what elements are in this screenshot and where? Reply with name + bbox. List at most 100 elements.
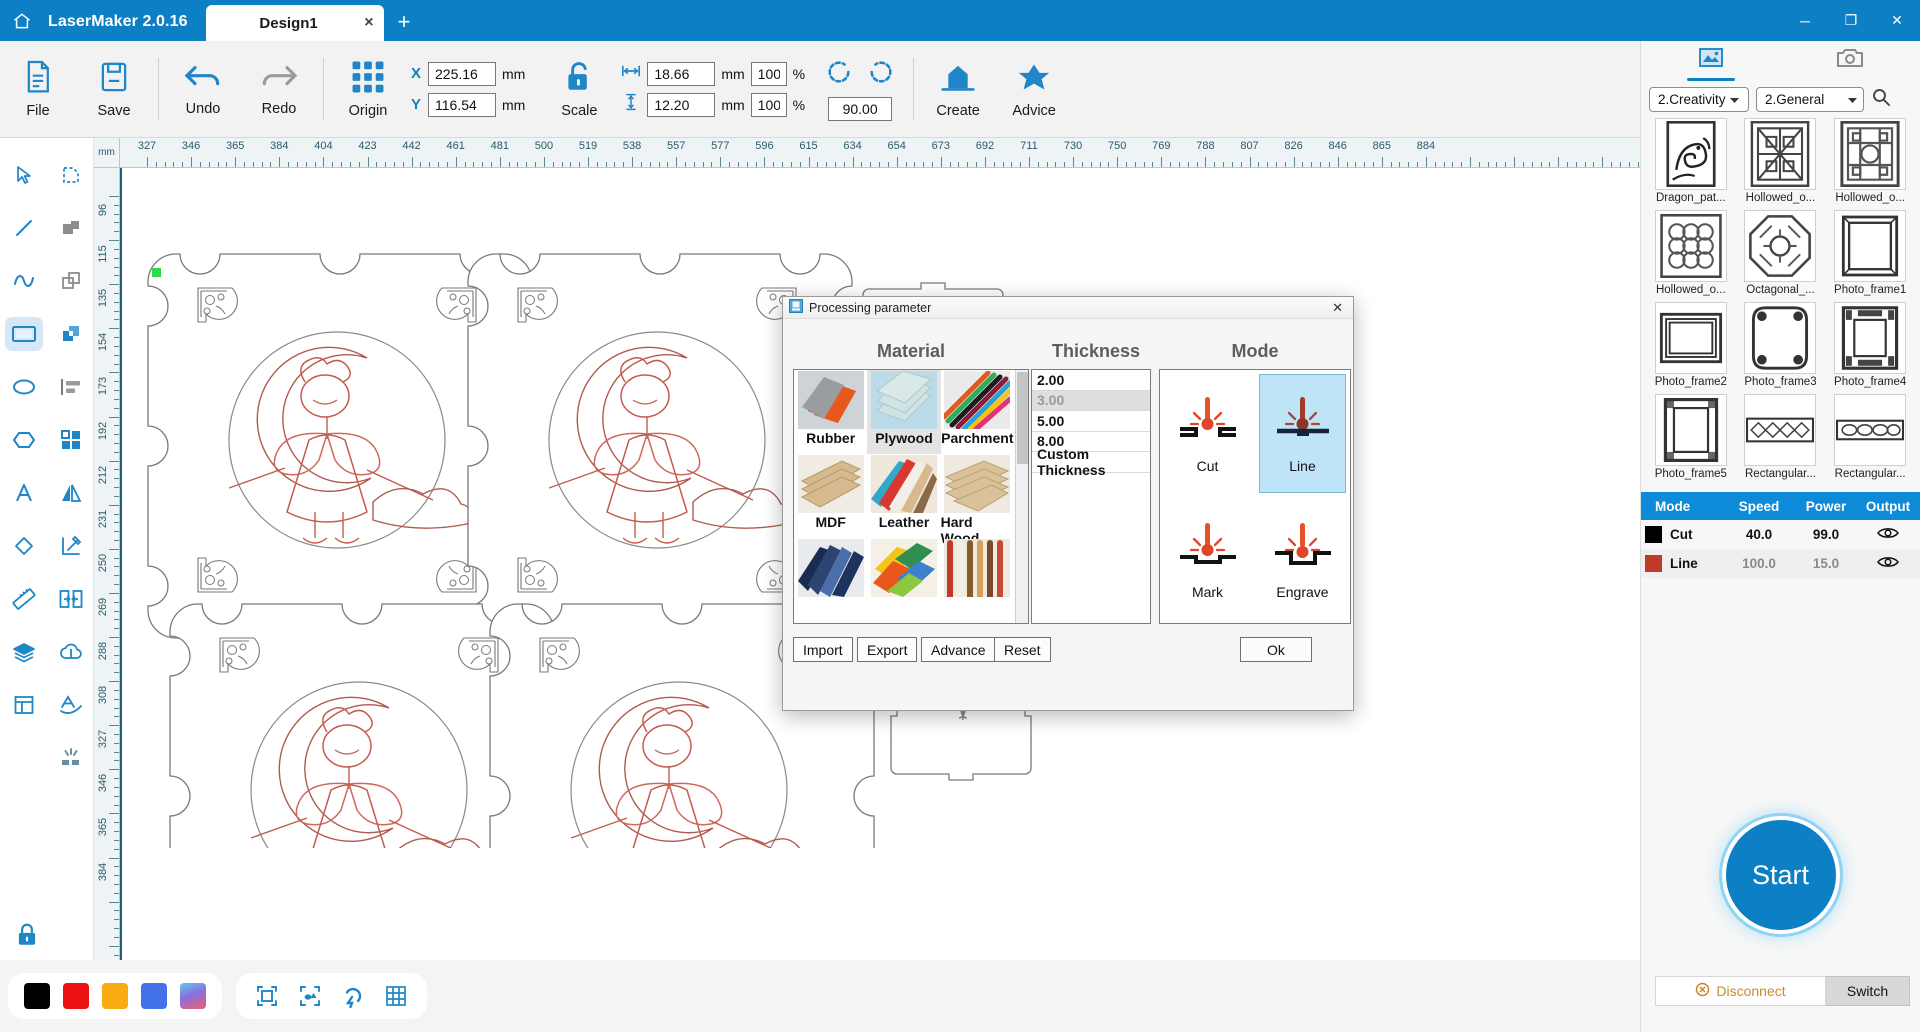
library-grid[interactable]: Dragon_pat... Hollowed_o... Hollowed_o... H… [1641, 118, 1920, 484]
category-primary-select[interactable]: 2.Creativity [1649, 87, 1749, 112]
mode-grid[interactable]: Cut Line Mark Engrave [1160, 370, 1350, 623]
new-tab-button[interactable]: + [384, 11, 425, 41]
fit-to-frame-icon[interactable] [252, 981, 282, 1011]
material-paper[interactable] [867, 538, 940, 622]
layer-speed-cell[interactable]: 40.0 [1725, 527, 1793, 542]
switch-button[interactable]: Switch [1826, 976, 1910, 1006]
list-item[interactable]: Rectangular... [1826, 394, 1914, 484]
height-input[interactable] [647, 92, 716, 117]
explode-tool[interactable] [47, 731, 94, 784]
list-item[interactable]: Hollowed_o... [1647, 210, 1735, 300]
node-edit-tool[interactable] [47, 148, 94, 201]
material-denim[interactable] [794, 538, 867, 622]
layer-speed-cell[interactable]: 100.0 [1725, 556, 1793, 571]
advice-button[interactable]: Advice [996, 43, 1072, 135]
import-button[interactable]: Import [793, 637, 853, 662]
material-list[interactable]: Rubber Plywood Parchment MDF Leather Hard Woo… [793, 369, 1029, 624]
mode-line[interactable]: Line [1259, 374, 1346, 493]
window-close-icon[interactable]: ✕ [1874, 0, 1920, 41]
list-item[interactable]: Hollowed_o... [1737, 118, 1825, 208]
thickness-list[interactable]: 2.00 3.00 5.00 8.00 Custom Thickness [1031, 369, 1151, 624]
export-button[interactable]: Export [857, 637, 918, 662]
cloud-library-tool[interactable] [47, 625, 94, 678]
rotation-input[interactable] [828, 96, 893, 121]
swatch-black[interactable] [24, 983, 50, 1009]
dialog-close-icon[interactable]: ✕ [1328, 300, 1347, 316]
text-tool[interactable] [0, 466, 47, 519]
height-percent-input[interactable] [750, 92, 787, 117]
ellipse-tool[interactable] [0, 360, 47, 413]
select-shapes-icon[interactable] [295, 981, 325, 1011]
thickness-option[interactable]: 3.00 [1032, 390, 1150, 411]
maximize-icon[interactable]: ❐ [1828, 0, 1874, 41]
list-item[interactable]: Hollowed_o... [1826, 118, 1914, 208]
material-parchment[interactable]: Parchment [941, 370, 1014, 454]
layers-tool[interactable] [0, 625, 47, 678]
material-plywood[interactable]: Plywood [867, 370, 941, 454]
list-item[interactable]: Rectangular... [1737, 394, 1825, 484]
union-tool[interactable] [47, 201, 94, 254]
table-row[interactable]: Line 100.0 15.0 [1641, 549, 1920, 578]
distribute-tool[interactable] [47, 572, 94, 625]
selection-handle[interactable] [152, 268, 161, 277]
material-rubber[interactable]: Rubber [794, 370, 867, 454]
reset-button[interactable]: Reset [994, 637, 1051, 662]
grid-icon[interactable] [381, 981, 411, 1011]
save-button[interactable]: Save [76, 43, 152, 135]
mode-engrave[interactable]: Engrave [1259, 501, 1346, 620]
material-grid[interactable]: Rubber Plywood Parchment MDF Leather Hard Woo… [794, 370, 1014, 623]
array-tool[interactable] [47, 413, 94, 466]
frame-tool[interactable] [0, 678, 47, 731]
eraser-tool[interactable] [0, 519, 47, 572]
ok-button[interactable]: Ok [1240, 637, 1312, 662]
x-input[interactable] [428, 61, 496, 86]
ruler-tool[interactable] [0, 572, 47, 625]
line-tool[interactable] [0, 201, 47, 254]
align-tool[interactable] [47, 360, 94, 413]
path-text-tool[interactable] [47, 678, 94, 731]
magnet-snap-icon[interactable] [338, 981, 368, 1011]
polygon-tool[interactable] [0, 413, 47, 466]
list-item[interactable]: Dragon_pat... [1647, 118, 1735, 208]
material-mdf[interactable]: MDF [794, 454, 867, 538]
mode-list[interactable]: Cut Line Mark Engrave [1159, 369, 1351, 624]
horizontal-ruler[interactable]: 327 346 365 384 404 423 442 461 481 500 519 538 557 5… [120, 138, 1640, 168]
minimize-icon[interactable]: ─ [1782, 0, 1828, 41]
camera-tab[interactable] [1781, 41, 1920, 87]
rectangle-tool[interactable] [0, 307, 47, 360]
swatch-gradient[interactable] [180, 983, 206, 1009]
search-icon[interactable] [1871, 87, 1891, 112]
rotate-right-icon[interactable] [867, 58, 895, 91]
layer-power-cell[interactable]: 99.0 [1793, 527, 1859, 542]
start-button[interactable]: Start [1725, 820, 1836, 930]
material-hard-wood[interactable]: Hard Wood [941, 454, 1014, 546]
file-button[interactable]: File [0, 43, 76, 135]
thickness-option[interactable]: 5.00 [1032, 411, 1150, 432]
list-item[interactable]: Photo_frame5 [1647, 394, 1735, 484]
material-leather[interactable]: Leather [867, 454, 940, 538]
create-button[interactable]: Create [920, 43, 996, 135]
mirror-tool[interactable] [47, 466, 94, 519]
mode-mark[interactable]: Mark [1164, 501, 1251, 620]
layer-output-toggle[interactable] [1859, 555, 1917, 572]
scale-lock-button[interactable]: Scale [541, 43, 617, 135]
undo-button[interactable]: Undo [165, 43, 241, 135]
layer-output-toggle[interactable] [1859, 526, 1917, 543]
category-secondary-select[interactable]: 2.General [1756, 87, 1864, 112]
layer-power-cell[interactable]: 15.0 [1793, 556, 1859, 571]
vertical-ruler[interactable]: 96 115 135 154 173 192 212 231 250 269 288 308 327 34… [94, 168, 120, 960]
disconnect-status[interactable]: Disconnect [1655, 976, 1826, 1006]
home-icon[interactable] [0, 0, 44, 41]
width-percent-input[interactable] [750, 61, 787, 86]
y-input[interactable] [428, 92, 496, 117]
swatch-blue[interactable] [141, 983, 167, 1009]
library-tab[interactable] [1641, 41, 1781, 87]
list-item[interactable]: Photo_frame1 [1826, 210, 1914, 300]
canvas-lock-button[interactable] [10, 920, 44, 954]
measure-angle-tool[interactable] [47, 519, 94, 572]
swatch-red[interactable] [63, 983, 89, 1009]
subtract-tool[interactable] [47, 254, 94, 307]
material-felt[interactable] [941, 538, 1014, 622]
intersect-tool[interactable] [47, 307, 94, 360]
document-tab[interactable]: Design1 × [205, 5, 384, 41]
